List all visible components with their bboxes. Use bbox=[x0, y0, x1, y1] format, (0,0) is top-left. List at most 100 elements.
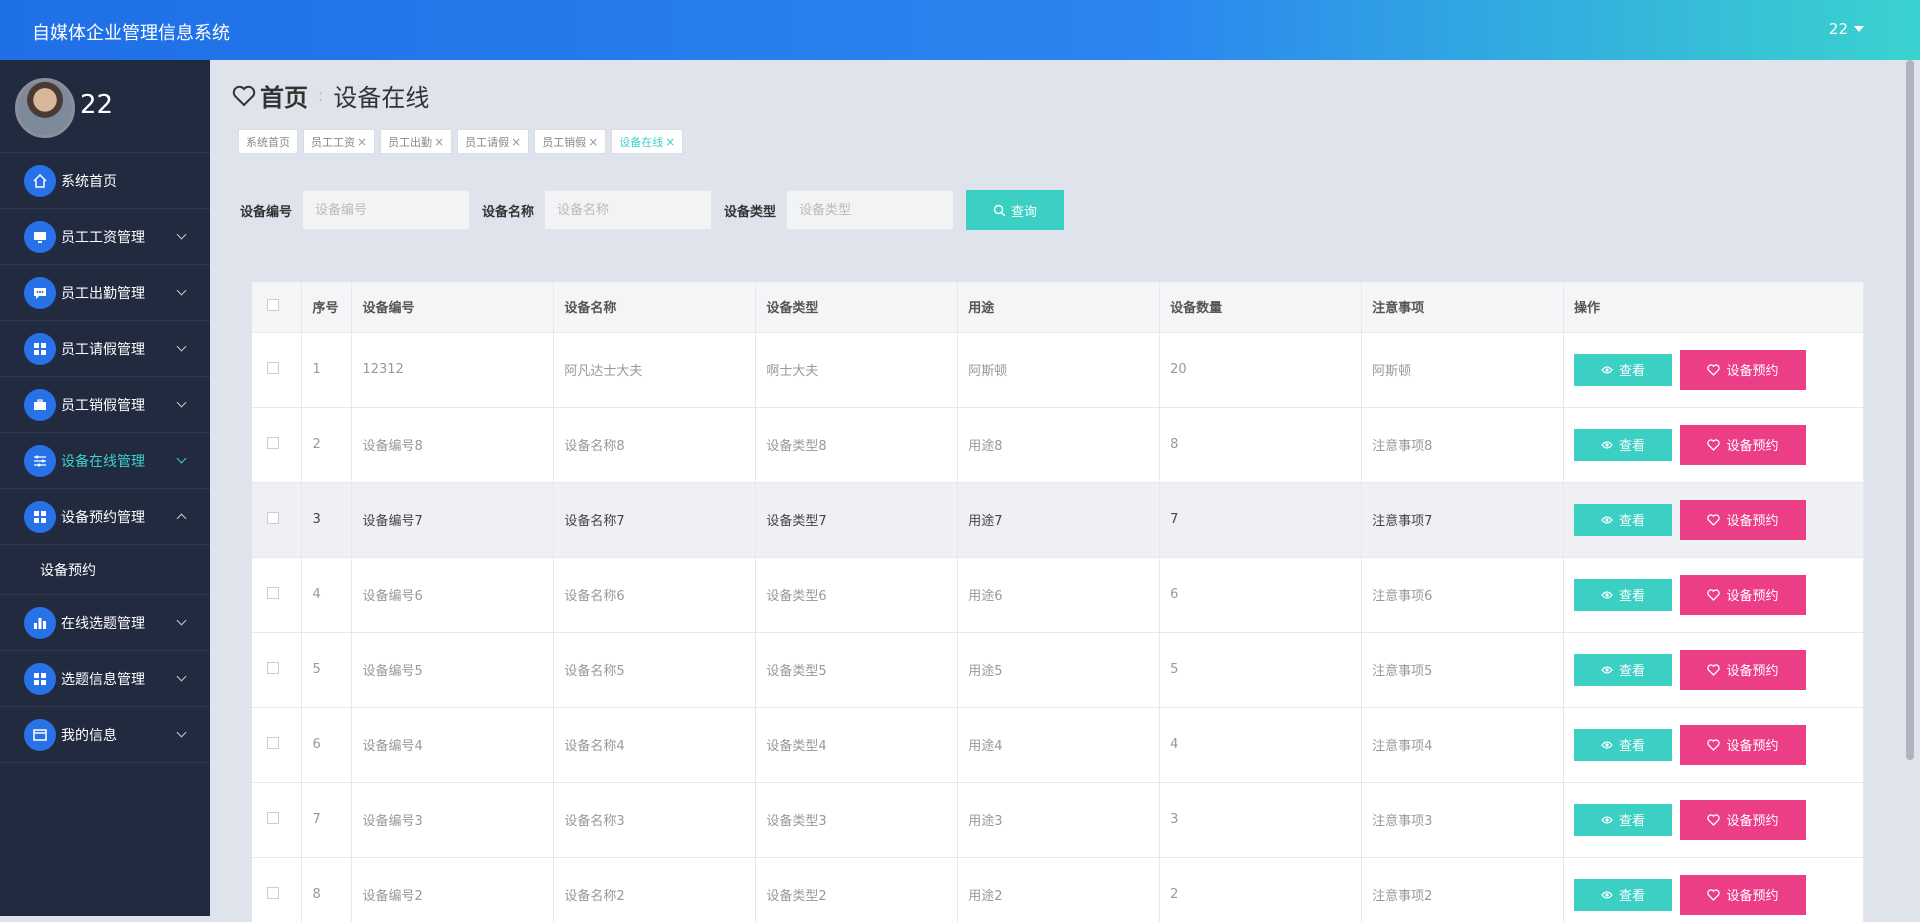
table-cell: 6 bbox=[301, 707, 353, 783]
row-checkbox[interactable] bbox=[267, 511, 279, 524]
table-cell: 用途4 bbox=[957, 707, 1161, 783]
view-button[interactable]: 查看 bbox=[1574, 653, 1672, 686]
profile-name: 22 bbox=[80, 90, 114, 120]
row-checkbox[interactable] bbox=[267, 661, 279, 674]
row-checkbox[interactable] bbox=[267, 736, 279, 749]
book-device-button[interactable]: 设备预约 bbox=[1680, 424, 1806, 465]
sidebar-item-topic-info[interactable]: 选题信息管理 bbox=[0, 651, 210, 707]
table-cell: 设备类型2 bbox=[755, 857, 959, 922]
table-row: 8 设备编号2 设备名称2 设备类型2 用途2 2 注意事项2 查看 设备预约 bbox=[252, 857, 1864, 922]
breadcrumb-separator: : bbox=[318, 86, 324, 105]
sidebar-item-leave[interactable]: 员工请假管理 bbox=[0, 321, 210, 377]
sidebar-item-label: 员工工资管理 bbox=[61, 229, 145, 246]
view-button[interactable]: 查看 bbox=[1574, 503, 1672, 536]
book-device-button[interactable]: 设备预约 bbox=[1680, 574, 1806, 615]
tab-attendance[interactable]: 员工出勤 × bbox=[380, 129, 453, 154]
table-cell: 设备名称4 bbox=[553, 707, 757, 783]
heart-icon bbox=[1707, 513, 1721, 526]
tab-label: 设备在线 bbox=[619, 135, 664, 149]
heart-icon bbox=[1707, 888, 1721, 901]
row-actions: 查看 设备预约 bbox=[1563, 407, 1864, 483]
chevron-down-icon bbox=[176, 341, 187, 352]
table-cell: 阿凡达士大夫 bbox=[553, 332, 757, 408]
device-table: 序号 设备编号 设备名称 设备类型 用途 设备数量 注意事项 操作 1 12312… bbox=[252, 282, 1864, 922]
grid-icon bbox=[24, 332, 56, 365]
book-device-button[interactable]: 设备预约 bbox=[1680, 874, 1806, 915]
view-button[interactable]: 查看 bbox=[1574, 428, 1672, 461]
row-actions: 查看 设备预约 bbox=[1563, 557, 1864, 633]
view-button[interactable]: 查看 bbox=[1574, 578, 1672, 611]
table-cell: 设备编号3 bbox=[351, 782, 555, 858]
row-actions: 查看 设备预约 bbox=[1563, 332, 1864, 408]
view-button-label: 查看 bbox=[1618, 814, 1645, 829]
row-checkbox[interactable] bbox=[267, 436, 279, 449]
table-cell: 8 bbox=[301, 857, 353, 922]
sidebar-item-attendance[interactable]: 员工出勤管理 bbox=[0, 265, 210, 321]
table-cell: 8 bbox=[1159, 407, 1363, 483]
table-row: 6 设备编号4 设备名称4 设备类型4 用途4 4 注意事项4 查看 设备预约 bbox=[252, 707, 1864, 783]
row-checkbox[interactable] bbox=[267, 586, 279, 599]
user-menu[interactable]: 22 bbox=[1829, 20, 1864, 38]
query-button[interactable]: 查询 bbox=[966, 190, 1065, 230]
table-cell: 设备名称3 bbox=[553, 782, 757, 858]
sidebar-item-my-info[interactable]: 我的信息 bbox=[0, 707, 210, 763]
view-button[interactable]: 查看 bbox=[1574, 878, 1672, 911]
book-device-button[interactable]: 设备预约 bbox=[1680, 499, 1806, 540]
row-checkbox[interactable] bbox=[267, 886, 279, 899]
chevron-down-icon bbox=[176, 397, 187, 408]
tab-home[interactable]: 系统首页 bbox=[238, 129, 298, 154]
book-device-button-label: 设备预约 bbox=[1726, 364, 1779, 379]
row-select bbox=[252, 857, 303, 922]
table-cell: 设备类型3 bbox=[755, 782, 959, 858]
row-checkbox[interactable] bbox=[267, 361, 279, 374]
close-icon[interactable]: × bbox=[357, 135, 367, 149]
table-cell: 设备编号8 bbox=[351, 407, 555, 483]
table-cell: 设备编号4 bbox=[351, 707, 555, 783]
table-cell: 阿斯顿 bbox=[1361, 332, 1564, 408]
heart-icon bbox=[1707, 738, 1721, 751]
tab-salary[interactable]: 员工工资 × bbox=[303, 129, 376, 154]
sidebar-item-device-online[interactable]: 设备在线管理 bbox=[0, 433, 210, 489]
row-select bbox=[252, 482, 303, 558]
book-device-button[interactable]: 设备预约 bbox=[1680, 649, 1806, 690]
sidebar-item-salary[interactable]: 员工工资管理 bbox=[0, 209, 210, 265]
table-row: 7 设备编号3 设备名称3 设备类型3 用途3 3 注意事项3 查看 设备预约 bbox=[252, 782, 1864, 858]
table-cell: 设备类型4 bbox=[755, 707, 959, 783]
breadcrumb-home[interactable]: 首页 bbox=[232, 78, 308, 113]
device-code-input[interactable] bbox=[302, 190, 471, 230]
device-name-label: 设备名称 bbox=[482, 204, 535, 220]
table-cell: 2 bbox=[1159, 857, 1363, 922]
view-button-label: 查看 bbox=[1618, 739, 1645, 754]
view-button[interactable]: 查看 bbox=[1574, 728, 1672, 761]
sidebar-item-topic-online[interactable]: 在线选题管理 bbox=[0, 595, 210, 651]
submenu-item-device-booking[interactable]: 设备预约 bbox=[0, 545, 210, 595]
row-select bbox=[252, 707, 303, 783]
book-device-button[interactable]: 设备预约 bbox=[1680, 799, 1806, 840]
close-icon[interactable]: × bbox=[665, 135, 675, 149]
sidebar-item-label: 设备预约管理 bbox=[61, 509, 145, 526]
table-cell: 5 bbox=[1159, 632, 1363, 708]
select-all-checkbox[interactable] bbox=[267, 298, 279, 311]
close-icon[interactable]: × bbox=[511, 135, 521, 149]
monitor-icon bbox=[24, 220, 56, 253]
sidebar-item-leave-cancel[interactable]: 员工销假管理 bbox=[0, 377, 210, 433]
tab-device-online[interactable]: 设备在线 × bbox=[611, 129, 684, 154]
device-name-input[interactable] bbox=[544, 190, 713, 230]
close-icon[interactable]: × bbox=[588, 135, 598, 149]
sidebar-item-home[interactable]: 系统首页 bbox=[0, 153, 210, 209]
table-cell: 4 bbox=[1159, 707, 1363, 783]
book-device-button[interactable]: 设备预约 bbox=[1680, 349, 1806, 390]
row-checkbox[interactable] bbox=[267, 811, 279, 824]
header-select bbox=[252, 282, 303, 333]
device-type-input[interactable] bbox=[786, 190, 955, 230]
scrollbar[interactable] bbox=[1906, 60, 1914, 760]
tab-leave-cancel[interactable]: 员工销假 × bbox=[534, 129, 607, 154]
close-icon[interactable]: × bbox=[434, 135, 444, 149]
view-button[interactable]: 查看 bbox=[1574, 353, 1672, 386]
view-button[interactable]: 查看 bbox=[1574, 803, 1672, 836]
book-device-button[interactable]: 设备预约 bbox=[1680, 724, 1806, 765]
chat-icon bbox=[24, 276, 56, 309]
sidebar-item-label: 员工出勤管理 bbox=[61, 285, 145, 302]
sidebar-item-device-booking[interactable]: 设备预约管理 bbox=[0, 489, 210, 545]
tab-leave[interactable]: 员工请假 × bbox=[457, 129, 530, 154]
